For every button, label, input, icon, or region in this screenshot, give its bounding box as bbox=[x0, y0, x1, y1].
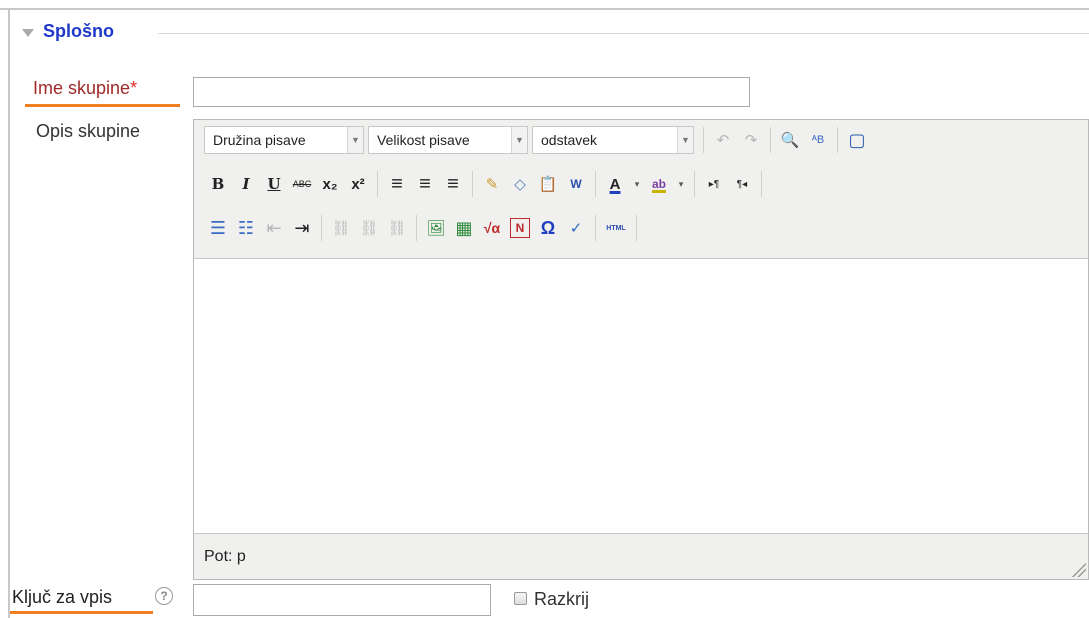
rich-text-editor[interactable]: Družina pisave ▼ Velikost pisave ▼ odsta… bbox=[193, 119, 1089, 580]
editor-toolbar: Družina pisave ▼ Velikost pisave ▼ odsta… bbox=[194, 120, 1088, 259]
fullscreen-icon[interactable]: ▢ bbox=[843, 126, 871, 154]
chevron-down-icon[interactable]: ▾ bbox=[673, 170, 689, 198]
toolbar-separator bbox=[761, 171, 762, 197]
nolink-icon[interactable]: N bbox=[510, 218, 530, 238]
toolbar-row-3: ☰ ☷ ⇤ ⇥ ⛓ ⛓ ⛓ 🖼 ▦ √α N Ω ✓ HTML bbox=[204, 212, 642, 244]
toolbar-row-2: B I U ABC x₂ x² ≡ ≡ ≡ ✎ ◇ 📋 W A ▾ ab ▾ ▸… bbox=[204, 168, 767, 200]
unlink-icon[interactable]: ⛓ bbox=[355, 214, 383, 242]
media-icon[interactable]: ▦ bbox=[450, 214, 478, 242]
chevron-down-icon[interactable]: ▾ bbox=[629, 170, 645, 198]
legend-divider bbox=[158, 33, 1089, 34]
group-desc-label: Opis skupine bbox=[36, 121, 141, 141]
group-name-highlight bbox=[25, 104, 180, 107]
undo-icon[interactable]: ↶ bbox=[709, 126, 737, 154]
toolbar-row-1: Družina pisave ▼ Velikost pisave ▼ odsta… bbox=[204, 124, 871, 156]
chevron-down-icon[interactable]: ▼ bbox=[677, 127, 693, 153]
format-select[interactable]: odstavek ▼ bbox=[532, 126, 694, 154]
indent-icon[interactable]: ⇥ bbox=[288, 214, 316, 242]
enroll-key-label: Ključ za vpis bbox=[12, 587, 113, 607]
editor-content-area[interactable] bbox=[194, 259, 1088, 533]
subscript-icon[interactable]: x₂ bbox=[316, 170, 344, 198]
link-icon[interactable]: ⛓ bbox=[327, 214, 355, 242]
toolbar-separator bbox=[703, 127, 704, 153]
spellcheck-icon[interactable]: ✓ bbox=[562, 214, 590, 242]
group-name-label: Ime skupine* bbox=[33, 78, 137, 99]
superscript-icon[interactable]: x² bbox=[344, 170, 372, 198]
redo-icon[interactable]: ↷ bbox=[737, 126, 765, 154]
toolbar-separator bbox=[694, 171, 695, 197]
toolbar-separator bbox=[321, 215, 322, 241]
enroll-key-input[interactable] bbox=[193, 584, 491, 616]
paste-text-icon[interactable]: 📋 bbox=[534, 170, 562, 198]
outdent-icon[interactable]: ⇤ bbox=[260, 214, 288, 242]
align-right-icon[interactable]: ≡ bbox=[439, 170, 467, 198]
replace-icon[interactable]: ᴬB bbox=[804, 126, 832, 154]
toolbar-separator bbox=[770, 127, 771, 153]
ltr-icon[interactable]: ▸¶ bbox=[700, 170, 728, 198]
fieldset-left-border bbox=[8, 8, 10, 618]
chevron-down-icon[interactable]: ▼ bbox=[511, 127, 527, 153]
toolbar-separator bbox=[595, 215, 596, 241]
fieldset-title[interactable]: Splošno bbox=[43, 21, 114, 42]
rtl-icon[interactable]: ¶◂ bbox=[728, 170, 756, 198]
element-path[interactable]: Pot: p bbox=[204, 548, 246, 566]
reveal-label[interactable]: Razkrij bbox=[534, 589, 589, 610]
anchor-icon[interactable]: ⛓ bbox=[383, 214, 411, 242]
special-char-icon[interactable]: Ω bbox=[534, 214, 562, 242]
align-left-icon[interactable]: ≡ bbox=[383, 170, 411, 198]
font-family-select[interactable]: Družina pisave ▼ bbox=[204, 126, 364, 154]
underline-icon[interactable]: U bbox=[260, 170, 288, 198]
fieldset-top-border bbox=[0, 8, 1089, 10]
equation-icon[interactable]: √α bbox=[478, 214, 506, 242]
highlight-color-icon[interactable]: ab bbox=[645, 170, 673, 198]
required-mark: * bbox=[130, 78, 138, 98]
font-size-select[interactable]: Velikost pisave ▼ bbox=[368, 126, 528, 154]
enroll-key-highlight bbox=[10, 611, 153, 614]
paste-word-icon[interactable]: W bbox=[562, 170, 590, 198]
text-color-icon[interactable]: A bbox=[601, 170, 629, 198]
html-icon[interactable]: HTML bbox=[601, 214, 631, 242]
font-family-value: Družina pisave bbox=[213, 132, 306, 148]
bullet-list-icon[interactable]: ☰ bbox=[204, 214, 232, 242]
reveal-checkbox[interactable] bbox=[514, 592, 527, 605]
group-name-input[interactable] bbox=[193, 77, 750, 107]
bold-icon[interactable]: B bbox=[204, 170, 232, 198]
toolbar-separator bbox=[636, 215, 637, 241]
chevron-down-icon[interactable]: ▼ bbox=[347, 127, 363, 153]
toolbar-separator bbox=[595, 171, 596, 197]
find-icon[interactable]: 🔍 bbox=[776, 126, 804, 154]
font-size-value: Velikost pisave bbox=[377, 132, 470, 148]
format-value: odstavek bbox=[541, 132, 598, 148]
toolbar-separator bbox=[472, 171, 473, 197]
eraser-icon[interactable]: ◇ bbox=[506, 170, 534, 198]
group-name-label-text: Ime skupine bbox=[33, 78, 131, 98]
toolbar-separator bbox=[837, 127, 838, 153]
align-center-icon[interactable]: ≡ bbox=[411, 170, 439, 198]
help-icon[interactable]: ? bbox=[155, 587, 173, 605]
image-icon[interactable]: 🖼 bbox=[422, 214, 450, 242]
strikethrough-icon[interactable]: ABC bbox=[288, 170, 316, 198]
toolbar-separator bbox=[416, 215, 417, 241]
numbered-list-icon[interactable]: ☷ bbox=[232, 214, 260, 242]
collapse-triangle-icon[interactable] bbox=[22, 28, 34, 37]
editor-status-bar: Pot: p bbox=[194, 533, 1088, 579]
cleanup-brush-icon[interactable]: ✎ bbox=[478, 170, 506, 198]
resize-grip-icon[interactable] bbox=[1070, 561, 1086, 577]
toolbar-separator bbox=[377, 171, 378, 197]
italic-icon[interactable]: I bbox=[232, 170, 260, 198]
fieldset-legend[interactable]: Splošno bbox=[22, 21, 114, 42]
